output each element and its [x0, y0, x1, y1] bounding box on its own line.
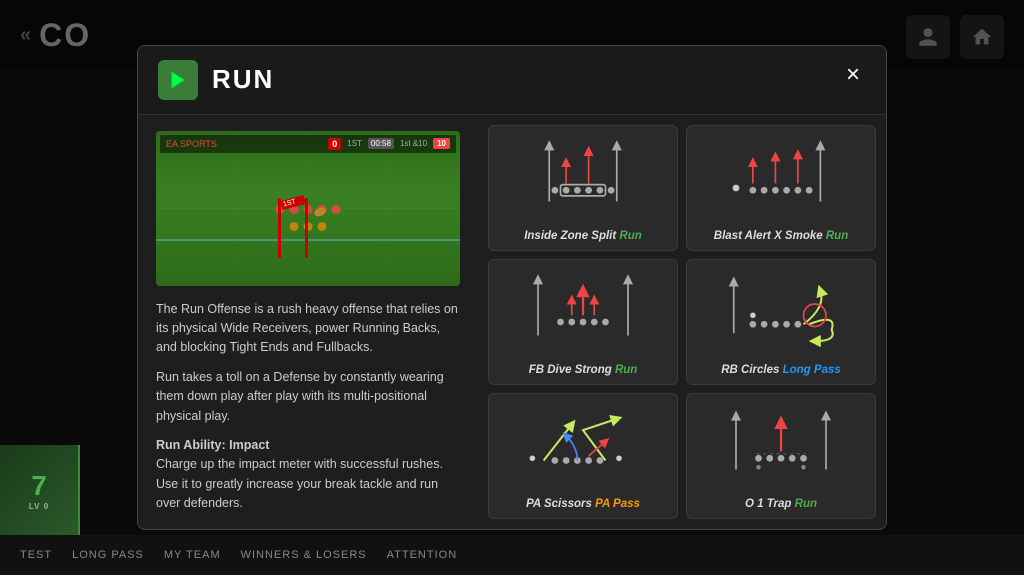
play-diagram-blast-alert: [693, 134, 869, 224]
bottom-nav: TEST LONG PASS MY TEAM WINNERS & LOSERS …: [0, 535, 1024, 575]
bottom-item-winners[interactable]: WINNERS & LOSERS: [241, 549, 367, 561]
game-screenshot: EA SPORTS 0 1ST 00:58 1st &10 10: [156, 131, 460, 286]
play-card-o1-trap[interactable]: O 1 Trap Run: [686, 393, 876, 519]
bottom-item-attention[interactable]: ATTENTION: [387, 549, 458, 561]
play-label-rb-circles: RB Circles Long Pass: [721, 364, 841, 376]
modal-overlay: RUN × EA SPORTS 0 1ST: [0, 0, 1024, 575]
play-label-pa-scissors: PA Scissors PA Pass: [526, 498, 640, 510]
bottom-item-long-pass[interactable]: LONG PASS: [72, 549, 144, 561]
play-diagram-pa-scissors: [495, 402, 671, 492]
left-panel: EA SPORTS 0 1ST 00:58 1st &10 10: [138, 115, 478, 530]
play-diagram-rb-circles: [693, 268, 869, 358]
play-card-rb-circles[interactable]: RB Circles Long Pass: [686, 259, 876, 385]
play-card-pa-scissors[interactable]: PA Scissors PA Pass: [488, 393, 678, 519]
run-icon: [158, 60, 198, 100]
plays-grid: Inside Zone Split Run: [478, 115, 886, 530]
description-para-2: Run takes a toll on a Defense by constan…: [156, 368, 460, 426]
play-diagram-o1-trap: [693, 402, 869, 492]
modal-title: RUN: [212, 64, 274, 95]
play-label-o1-trap: O 1 Trap Run: [745, 498, 817, 510]
play-description: The Run Offense is a rush heavy offense …: [156, 300, 460, 514]
play-label-inside-zone-split: Inside Zone Split Run: [524, 230, 642, 242]
play-label-fb-dive: FB Dive Strong Run: [529, 364, 638, 376]
bottom-item-my-team[interactable]: MY TEAM: [164, 549, 221, 561]
player-card-preview: 7 LV 0: [0, 445, 80, 535]
play-card-inside-zone-split[interactable]: Inside Zone Split Run: [488, 125, 678, 251]
play-diagram-fb-dive: [495, 268, 671, 358]
play-diagram-inside-zone-split: [495, 134, 671, 224]
description-para-1: The Run Offense is a rush heavy offense …: [156, 300, 460, 358]
play-label-blast-alert: Blast Alert X Smoke Run: [714, 230, 848, 242]
description-para-3: Run Ability: ImpactCharge up the impact …: [156, 436, 460, 514]
run-modal: RUN × EA SPORTS 0 1ST: [137, 45, 887, 531]
modal-header: RUN ×: [138, 46, 886, 115]
play-card-fb-dive[interactable]: FB Dive Strong Run: [488, 259, 678, 385]
modal-body: EA SPORTS 0 1ST 00:58 1st &10 10: [138, 115, 886, 530]
bottom-item-test[interactable]: TEST: [20, 549, 52, 561]
play-card-blast-alert[interactable]: Blast Alert X Smoke Run: [686, 125, 876, 251]
modal-close-button[interactable]: ×: [836, 58, 870, 92]
